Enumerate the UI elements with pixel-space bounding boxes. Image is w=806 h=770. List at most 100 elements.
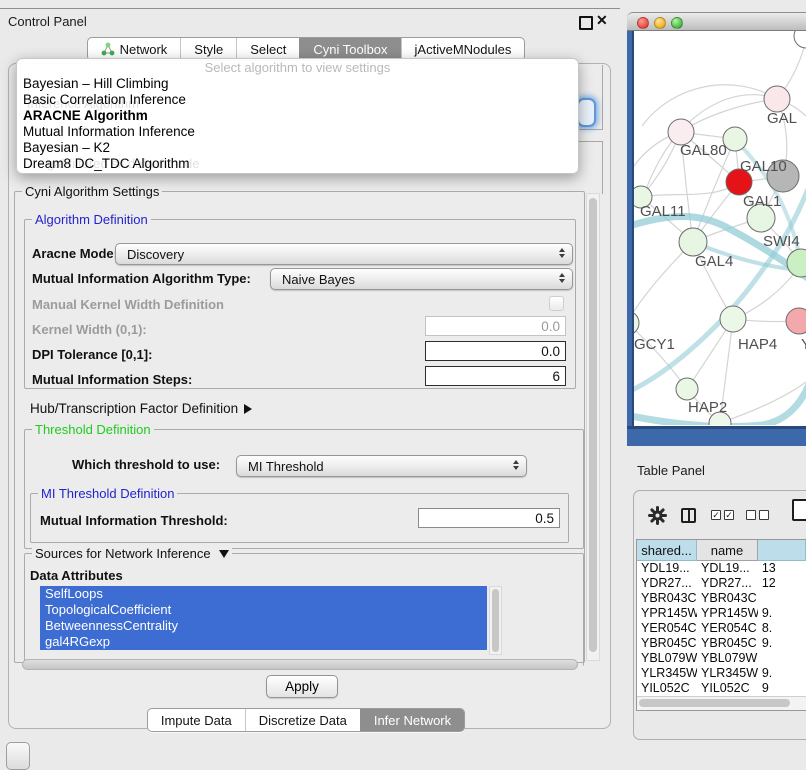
- algorithm-dropdown-popup: Select algorithm to view settings Infere…: [16, 58, 579, 174]
- table-row[interactable]: YDL19...YDL19...13: [637, 561, 806, 576]
- algorithm-option-dream8-dc-tdc-algorithm[interactable]: Dream8 DC_TDC Algorithm: [17, 156, 578, 172]
- algorithm-option-basic-correlation-inference[interactable]: Basic Correlation Inference: [17, 92, 578, 108]
- algorithm-option-mutual-information-inference[interactable]: Mutual Information Inference: [17, 124, 578, 140]
- checked-boxes-icon[interactable]: ✓✓: [711, 510, 734, 520]
- attributes-scrollbar[interactable]: [489, 586, 502, 655]
- attribute-item-gal4rgexp[interactable]: gal4RGexp: [40, 634, 487, 650]
- network-node-gal4[interactable]: [679, 228, 707, 256]
- node-table: shared...name YDL19...YDL19...13YDR27...…: [636, 539, 806, 711]
- table-row[interactable]: YER054CYER054C8.: [637, 621, 806, 636]
- bottom-tab-infer-network[interactable]: Infer Network: [360, 709, 464, 731]
- network-node-hap4[interactable]: [720, 306, 746, 332]
- table-row[interactable]: YIL052CYIL052C9: [637, 681, 806, 696]
- network-frame-border: [627, 31, 634, 426]
- close-traffic-light-icon[interactable]: [637, 17, 649, 29]
- column-header-2[interactable]: [758, 540, 806, 561]
- apply-button[interactable]: Apply: [266, 675, 338, 698]
- table-cell: 8.: [758, 621, 806, 636]
- algorithm-option-bayesian-hill-climbing[interactable]: Bayesian – Hill Climbing: [17, 76, 578, 92]
- bottom-tab-label: Discretize Data: [259, 713, 347, 728]
- table-cell: YPR145W: [637, 606, 697, 621]
- network-edge: [720, 379, 806, 423]
- network-node-label: GAL10: [740, 158, 787, 175]
- tab-jactivemnodules[interactable]: jActiveMNodules: [401, 38, 525, 60]
- dpi-tolerance-label: DPI Tolerance [0,1]:: [32, 347, 152, 362]
- mi-steps-field[interactable]: 6: [425, 366, 566, 386]
- network-node-label: HAP2: [688, 399, 727, 416]
- table-row[interactable]: YBL079WYBL079W: [637, 651, 806, 666]
- columns-icon[interactable]: [681, 508, 696, 523]
- network-window-titlebar[interactable]: [627, 12, 806, 31]
- which-threshold-select[interactable]: MI Threshold: [236, 455, 527, 477]
- zoom-traffic-light-icon[interactable]: [671, 17, 683, 29]
- table-cell: YIL052C: [697, 681, 758, 696]
- network-node-gal[interactable]: [764, 86, 790, 112]
- which-threshold-value: MI Threshold: [248, 459, 324, 474]
- network-node-hap2[interactable]: [676, 378, 698, 400]
- unchecked-boxes-icon[interactable]: [746, 510, 769, 520]
- control-panel-title: Control Panel: [8, 14, 87, 29]
- algorithm-popup-placeholder: Select algorithm to view settings: [17, 59, 578, 76]
- manual-kernel-checkbox[interactable]: [549, 296, 564, 311]
- network-node[interactable]: [787, 249, 806, 277]
- attribute-item-selfloops[interactable]: SelfLoops: [40, 586, 487, 602]
- table-cell: YDL19...: [637, 561, 697, 576]
- tab-style[interactable]: Style: [180, 38, 236, 60]
- panel-mini-button[interactable]: [6, 742, 30, 770]
- dpi-tolerance-field[interactable]: 0.0: [425, 341, 566, 361]
- table-cell: 13: [758, 561, 806, 576]
- minimize-traffic-light-icon[interactable]: [654, 17, 666, 29]
- algorithm-option-bayesian-k2[interactable]: Bayesian – K2: [17, 140, 578, 156]
- algorithm-option-aracne-algorithm[interactable]: ARACNE Algorithm: [17, 108, 578, 124]
- tab-cyni-toolbox[interactable]: Cyni Toolbox: [299, 38, 400, 60]
- tab-select[interactable]: Select: [236, 38, 299, 60]
- manual-kernel-label: Manual Kernel Width Definition: [32, 297, 224, 312]
- aracne-mode-select[interactable]: Discovery: [115, 243, 573, 265]
- aracne-mode-label: Aracne Mode:: [32, 246, 118, 261]
- attribute-item-betweennesscentrality[interactable]: BetweennessCentrality: [40, 618, 487, 634]
- attribute-item-topologicalcoefficient[interactable]: TopologicalCoefficient: [40, 602, 487, 618]
- table-cell: YER054C: [697, 621, 758, 636]
- network-canvas[interactable]: GALGAL80GAL10GAL1SWI4GAL11GAL4GCY1HAP4YH…: [634, 31, 806, 426]
- column-header-shared[interactable]: shared...: [637, 540, 697, 561]
- kernel-width-field[interactable]: 0.0: [425, 316, 566, 336]
- bottom-tab-discretize-data[interactable]: Discretize Data: [245, 709, 360, 731]
- mi-threshold-title: MI Threshold Definition: [38, 486, 177, 501]
- algorithm-definition-title: Algorithm Definition: [32, 212, 151, 227]
- table-row[interactable]: YLR345WYLR345W9.: [637, 666, 806, 681]
- data-attributes-label: Data Attributes: [30, 568, 123, 583]
- network-node[interactable]: [794, 31, 806, 48]
- table-row[interactable]: YDR27...YDR27...12: [637, 576, 806, 591]
- kernel-width-label: Kernel Width (0,1):: [32, 322, 147, 337]
- column-header-name[interactable]: name: [697, 540, 758, 561]
- settings-horizontal-scrollbar[interactable]: [22, 659, 578, 670]
- network-frame-border: [627, 426, 806, 446]
- tab-label: Cyni Toolbox: [313, 42, 387, 57]
- table-horizontal-scrollbar[interactable]: [637, 696, 806, 710]
- focused-combo-fragment[interactable]: [577, 98, 596, 127]
- tab-label: jActiveMNodules: [415, 42, 512, 57]
- network-node-y[interactable]: [786, 308, 806, 334]
- sources-title[interactable]: Sources for Network Inference: [32, 546, 232, 561]
- float-icon[interactable]: [579, 16, 593, 30]
- mi-type-select[interactable]: Naive Bayes: [270, 268, 573, 290]
- close-icon[interactable]: ✕: [596, 12, 608, 29]
- mi-type-value: Naive Bayes: [282, 272, 355, 287]
- hub-factor-label: Hub/Transcription Factor Definition: [30, 401, 238, 416]
- table-row[interactable]: YBR043CYBR043C: [637, 591, 806, 606]
- tab-network[interactable]: Network: [88, 38, 181, 60]
- hub-factor-expander[interactable]: Hub/Transcription Factor Definition: [30, 401, 252, 416]
- threshold-definition-title: Threshold Definition: [32, 422, 154, 437]
- table-cell: 9: [758, 681, 806, 696]
- network-node-label: GAL80: [680, 142, 727, 159]
- network-edge: [642, 85, 777, 126]
- table-row[interactable]: YBR045CYBR045C9.: [637, 636, 806, 651]
- table-row[interactable]: YPR145WYPR145W9.: [637, 606, 806, 621]
- tab-label: Network: [120, 42, 168, 57]
- mi-threshold-field[interactable]: 0.5: [418, 508, 560, 528]
- settings-vertical-scrollbar[interactable]: [586, 193, 600, 661]
- bottom-tab-impute-data[interactable]: Impute Data: [148, 709, 245, 731]
- network-edge: [634, 323, 687, 389]
- gear-icon[interactable]: [648, 506, 667, 525]
- document-icon[interactable]: [792, 499, 806, 521]
